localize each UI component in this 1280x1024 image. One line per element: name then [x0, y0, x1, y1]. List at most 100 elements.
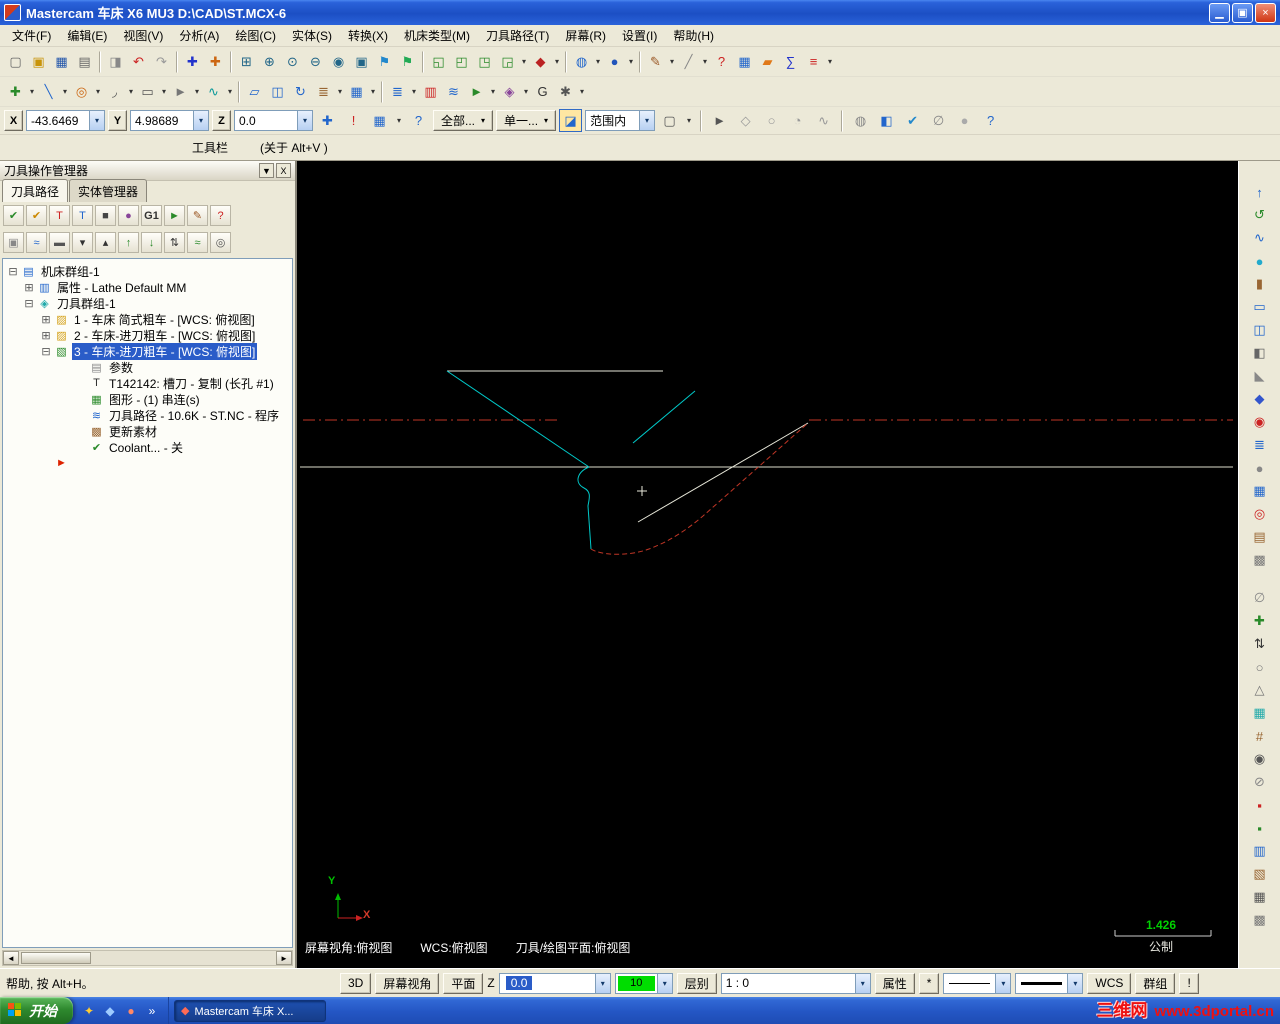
x-dropdown-icon[interactable] [89, 111, 104, 130]
redo-icon[interactable]: ↷ [150, 50, 173, 73]
scroll-right-icon[interactable]: ► [276, 951, 292, 965]
tab-solids-manager[interactable]: 实体管理器 [69, 179, 148, 202]
tree-item-op3-parameters[interactable]: ▤ 参数 [3, 359, 292, 375]
tp-toggle-display-icon[interactable]: ≈ [26, 232, 47, 253]
create-arc-icon[interactable]: ◎ [70, 80, 93, 103]
rb-spline-icon[interactable]: ∿ [1249, 227, 1271, 249]
point-style-button[interactable]: * [918, 972, 940, 994]
rb-measure-icon[interactable]: ∅ [1249, 587, 1271, 609]
entity-color-selector[interactable]: 10 [614, 972, 673, 994]
zoom-in-icon[interactable]: ⊙ [281, 50, 304, 73]
tree-item-op3-toolpath[interactable]: ≋ 刀具路径 - 10.6K - ST.NC - 程序 [3, 407, 292, 423]
fit-screen-icon[interactable]: ▣ [350, 50, 373, 73]
zoom-window-icon[interactable]: ⊞ [235, 50, 258, 73]
select-all-button[interactable]: 全部... [433, 110, 494, 131]
tree-expander-icon[interactable]: ⊞ [40, 329, 52, 342]
quick-launch-chevron-icon[interactable]: » [143, 1002, 161, 1020]
separator[interactable] [700, 109, 703, 132]
repaint-flag-icon[interactable]: ⚑ [373, 50, 396, 73]
rb-table-icon[interactable]: ▦ [1249, 886, 1271, 908]
scrollbar-thumb[interactable] [21, 952, 91, 964]
dropdown-arrow[interactable]: ▾ [126, 81, 136, 103]
tree-expander-icon[interactable] [40, 457, 52, 469]
panel-menu-button[interactable]: ▼ [259, 163, 274, 178]
verify-icon[interactable]: ◈ [498, 80, 521, 103]
select-window2-icon[interactable]: ◧ [875, 109, 898, 132]
tree-expander-icon[interactable]: ⊞ [23, 281, 35, 294]
rb-arrow-up-icon[interactable]: ↑ [1249, 181, 1271, 203]
rb-cylinder-icon[interactable]: ▮ [1249, 273, 1271, 295]
rb-triangle-icon[interactable]: △ [1249, 679, 1271, 701]
menu-file[interactable]: 文件(F) [4, 24, 59, 47]
xform-array-icon[interactable]: ▦ [345, 80, 368, 103]
range-dropdown-icon[interactable] [639, 111, 655, 130]
select-circle-icon[interactable]: ○ [760, 109, 783, 132]
select-single-button[interactable]: 单一... [496, 110, 557, 131]
dynamic-zoom-icon[interactable]: ◉ [327, 50, 350, 73]
create-drafting-icon[interactable]: ► [169, 80, 192, 103]
quick-launch-icon-1[interactable]: ✦ [80, 1002, 98, 1020]
print-icon[interactable]: ▤ [73, 50, 96, 73]
menu-create[interactable]: 绘图(C) [227, 24, 284, 47]
xform-offset-icon[interactable]: ≣ [312, 80, 335, 103]
plane-select-icon[interactable]: ▦ [368, 109, 391, 132]
y-coord-field[interactable]: 4.98689 [130, 110, 209, 131]
level-field[interactable]: 1 : 0 [720, 972, 871, 994]
rb-solid-icon[interactable]: ◆ [1249, 388, 1271, 410]
rb-updown-icon[interactable]: ⇅ [1249, 633, 1271, 655]
plane-button[interactable]: 平面 [443, 972, 484, 994]
rb-box-icon[interactable]: ▧ [1249, 863, 1271, 885]
tree-item-op3-geometry[interactable]: ▦ 图形 - (1) 串连(s) [3, 391, 292, 407]
menu-edit[interactable]: 编辑(E) [59, 24, 115, 47]
rb-drop-icon[interactable]: ● [1249, 250, 1271, 272]
create-fillet-icon[interactable]: ◞ [103, 80, 126, 103]
tab-toolpaths[interactable]: 刀具路径 [2, 179, 69, 202]
y-coord-button[interactable]: Y [108, 110, 127, 131]
backplot-icon[interactable]: ► [465, 80, 488, 103]
dropdown-arrow[interactable]: ▾ [93, 81, 103, 103]
attr-pencil-icon[interactable]: ✎ [644, 50, 667, 73]
open-file-icon[interactable]: ▣ [27, 50, 50, 73]
tp-regen-dirty-icon[interactable]: T [49, 205, 70, 226]
tree-expander-icon[interactable] [75, 425, 87, 437]
tree-expander-icon[interactable] [75, 441, 87, 453]
start-button[interactable]: 开始 [0, 997, 73, 1024]
y-dropdown-icon[interactable] [193, 111, 208, 130]
rb-circle-icon[interactable]: ○ [1249, 656, 1271, 678]
tree-expander-icon[interactable] [75, 393, 87, 405]
dropdown-arrow[interactable]: ▾ [159, 81, 169, 103]
tp-post-icon[interactable]: ► [164, 205, 185, 226]
tree-item-op3-tool[interactable]: T T142142: 槽刀 - 复制 (长孔 #1) [3, 375, 292, 391]
tp-backplot-icon[interactable]: ■ [95, 205, 116, 226]
tree-expander-icon[interactable] [75, 377, 87, 389]
scroll-left-icon[interactable]: ◄ [3, 951, 19, 965]
create-spline-icon[interactable]: ∿ [202, 80, 225, 103]
tp-lock-icon[interactable]: ▣ [3, 232, 24, 253]
z-dropdown-icon[interactable] [297, 111, 312, 130]
toolpath-manager-icon[interactable]: ≋ [442, 80, 465, 103]
post-process-icon[interactable]: G [531, 80, 554, 103]
linestyle-dropdown-icon[interactable] [995, 973, 1011, 993]
menu-screen[interactable]: 屏幕(R) [557, 24, 614, 47]
menu-view[interactable]: 视图(V) [115, 24, 171, 47]
dropdown-arrow[interactable]: ▾ [488, 81, 498, 103]
rb-swatch-icon[interactable]: ▤ [1249, 526, 1271, 548]
dropdown-arrow[interactable]: ▾ [394, 110, 404, 132]
close-button[interactable]: × [1255, 2, 1276, 23]
select-polygon-icon[interactable]: ◇ [734, 109, 757, 132]
undo-icon[interactable]: ↶ [127, 50, 150, 73]
gview-iso-icon[interactable]: ◲ [496, 50, 519, 73]
select-freeform-icon[interactable]: ∿ [812, 109, 835, 132]
rb-hash-icon[interactable]: # [1249, 725, 1271, 747]
dropdown-arrow[interactable]: ▾ [368, 81, 378, 103]
attr-linestyle-icon[interactable]: ╱ [677, 50, 700, 73]
attributes-button[interactable]: 属性 [874, 972, 915, 994]
separator[interactable] [565, 50, 567, 73]
rb-teal-grid-icon[interactable]: ▦ [1249, 702, 1271, 724]
linestyle-combo[interactable] [943, 972, 1012, 994]
wcs-button[interactable]: WCS [1087, 972, 1132, 994]
tree-item-tool-group[interactable]: ⊟ ◈ 刀具群组-1 [3, 295, 292, 311]
rb-rect-icon[interactable]: ▭ [1249, 296, 1271, 318]
separator[interactable] [99, 50, 101, 73]
tree-expander-icon[interactable]: ⊞ [40, 313, 52, 326]
